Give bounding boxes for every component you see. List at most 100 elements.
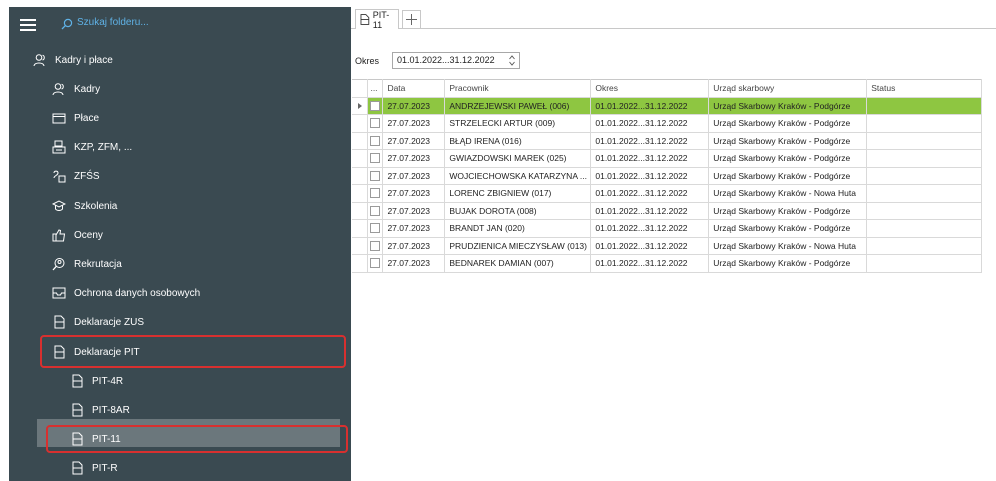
cell-urzad-skarbowy: Urząd Skarbowy Kraków - Nowa Huta — [708, 184, 868, 203]
row-checkbox[interactable] — [370, 135, 381, 146]
cell-okres: 01.01.2022...31.12.2022 — [590, 132, 710, 150]
wallet-icon — [52, 111, 66, 125]
folder-search-input[interactable]: Szukaj folderu... — [77, 17, 149, 28]
sidebar-item-deklaracje-zus[interactable]: Deklaracje ZUS — [52, 315, 144, 329]
row-checkbox[interactable] — [370, 100, 381, 111]
okres-label: Okres — [355, 56, 380, 66]
highlight-box-deklaracje-pit — [40, 335, 346, 368]
cell-urzad-skarbowy: Urząd Skarbowy Kraków - Podgórze — [708, 132, 868, 150]
sidebar-item-label: PIT-4R — [92, 375, 124, 387]
inbox-icon — [52, 286, 66, 300]
sidebar-item-pit-4r[interactable]: PIT-4R — [70, 374, 123, 388]
cell-status — [866, 219, 982, 238]
cell-okres: 01.01.2022...31.12.2022 — [590, 114, 710, 133]
sidebar-item-kzp[interactable]: KZP, ZFM, ... — [52, 140, 132, 154]
row-checkbox[interactable] — [370, 153, 381, 164]
sidebar-item-kadry[interactable]: Kadry — [52, 82, 100, 96]
table-row[interactable]: 27.07.2023 WOJCIECHOWSKA KATARZYNA ... 01.… — [352, 167, 982, 185]
row-checkbox[interactable] — [370, 223, 381, 234]
row-indicator-header — [352, 79, 369, 98]
table-row[interactable]: 27.07.2023 ANDRZEJEWSKI PAWEŁ (006) 01.01.… — [352, 97, 982, 115]
row-select-cell — [367, 114, 384, 133]
table-row[interactable]: 27.07.2023 BŁĄD IRENA (016) 01.01.2022...3… — [352, 132, 982, 150]
sidebar-item-pit-r[interactable]: PIT-R — [70, 461, 118, 475]
sidebar-item-kadry-i-place[interactable]: Kadry i płace — [33, 53, 113, 67]
graduation-cap-icon — [52, 199, 66, 213]
sidebar-item-zfss[interactable]: ZFŚS — [52, 169, 100, 183]
column-header-okres[interactable]: Okres — [590, 79, 710, 98]
column-header-select[interactable]: ... — [367, 79, 384, 98]
row-checkbox[interactable] — [370, 240, 381, 251]
sidebar-item-label: KZP, ZFM, ... — [74, 141, 133, 153]
row-checkbox[interactable] — [370, 170, 381, 181]
current-row-arrow-icon — [357, 102, 362, 109]
document-icon — [52, 315, 66, 329]
row-indicator — [352, 254, 369, 273]
cell-data: 27.07.2023 — [382, 114, 446, 133]
table-row[interactable]: 27.07.2023 PRUDZIENICA MIECZYSŁAW (013) 01… — [352, 237, 982, 255]
document-icon — [70, 403, 84, 417]
sidebar-item-label: PIT-8AR — [92, 404, 130, 416]
people-icon — [33, 53, 47, 67]
cell-data: 27.07.2023 — [382, 167, 446, 185]
cell-urzad-skarbowy: Urząd Skarbowy Kraków - Podgórze — [708, 97, 868, 115]
row-select-cell — [367, 167, 384, 185]
cell-status — [866, 97, 982, 115]
cell-data: 27.07.2023 — [382, 132, 446, 150]
sidebar-item-label: Rekrutacja — [74, 258, 122, 270]
cell-pracownik: LORENC ZBIGNIEW (017) — [444, 184, 592, 203]
row-checkbox[interactable] — [370, 188, 381, 199]
column-header-urzad-skarbowy[interactable]: Urząd skarbowy — [708, 79, 868, 98]
tab-label: PIT-11 — [372, 9, 390, 30]
table-row[interactable]: 27.07.2023 LORENC ZBIGNIEW (017) 01.01.202… — [352, 184, 982, 203]
bank-icon — [52, 140, 66, 154]
plus-icon — [406, 14, 417, 25]
row-checkbox[interactable] — [370, 205, 381, 216]
cell-status — [866, 202, 982, 220]
cell-okres: 01.01.2022...31.12.2022 — [590, 149, 710, 168]
cell-okres: 01.01.2022...31.12.2022 — [590, 202, 710, 220]
row-select-cell — [367, 237, 384, 255]
sidebar-item-place[interactable]: Płace — [52, 111, 99, 125]
sidebar-item-oceny[interactable]: Oceny — [52, 228, 103, 242]
person-search-icon — [52, 257, 66, 271]
cell-urzad-skarbowy: Urząd Skarbowy Kraków - Podgórze — [708, 202, 868, 220]
cell-okres: 01.01.2022...31.12.2022 — [590, 237, 710, 255]
cell-pracownik: WOJCIECHOWSKA KATARZYNA ... — [444, 167, 592, 185]
row-select-cell — [367, 184, 384, 203]
sidebar-item-label: Deklaracje ZUS — [74, 316, 145, 328]
sidebar-item-rekrutacja[interactable]: Rekrutacja — [52, 257, 122, 271]
grid-header-row: ... Data Pracownik Okres Urząd skarbowy … — [352, 79, 982, 98]
hamburger-menu-icon[interactable] — [20, 19, 36, 31]
row-indicator — [352, 237, 369, 255]
people-icon — [52, 82, 66, 96]
table-row[interactable]: 27.07.2023 GWIAZDOWSKI MAREK (025) 01.01.2… — [352, 149, 982, 168]
table-row[interactable]: 27.07.2023 BEDNAREK DAMIAN (007) 01.01.202… — [352, 254, 982, 273]
sidebar-item-ochrona-danych[interactable]: Ochrona danych osobowych — [52, 286, 200, 300]
sidebar-item-szkolenia[interactable]: Szkolenia — [52, 199, 117, 213]
cell-data: 27.07.2023 — [382, 219, 446, 238]
row-select-cell — [367, 97, 384, 115]
cell-urzad-skarbowy: Urząd Skarbowy Kraków - Podgórze — [708, 167, 868, 185]
okres-input[interactable]: 01.01.2022...31.12.2022 — [392, 52, 520, 69]
column-header-data[interactable]: Data — [382, 79, 446, 98]
cell-urzad-skarbowy: Urząd Skarbowy Kraków - Podgórze — [708, 114, 868, 133]
cell-pracownik: BŁĄD IRENA (016) — [444, 132, 592, 150]
cell-status — [866, 184, 982, 203]
tab-bar: PIT-11 — [351, 7, 996, 30]
cell-pracownik: ANDRZEJEWSKI PAWEŁ (006) — [444, 97, 592, 115]
fund-icon — [52, 169, 66, 183]
cell-pracownik: BUJAK DOROTA (008) — [444, 202, 592, 220]
table-row[interactable]: 27.07.2023 STRZELECKI ARTUR (009) 01.01.20… — [352, 114, 982, 133]
spinner-icon[interactable] — [509, 55, 515, 66]
row-checkbox[interactable] — [370, 118, 381, 129]
tab-pit-11[interactable]: PIT-11 — [355, 9, 399, 30]
sidebar-item-pit-8ar[interactable]: PIT-8AR — [70, 403, 130, 417]
table-row[interactable]: 27.07.2023 BUJAK DOROTA (008) 01.01.2022..… — [352, 202, 982, 220]
table-row[interactable]: 27.07.2023 BRANDT JAN (020) 01.01.2022...3… — [352, 219, 982, 238]
add-tab-button[interactable] — [402, 10, 421, 29]
column-header-pracownik[interactable]: Pracownik — [444, 79, 592, 98]
column-header-status[interactable]: Status — [866, 79, 982, 98]
row-checkbox[interactable] — [370, 258, 381, 269]
row-indicator — [352, 132, 369, 150]
